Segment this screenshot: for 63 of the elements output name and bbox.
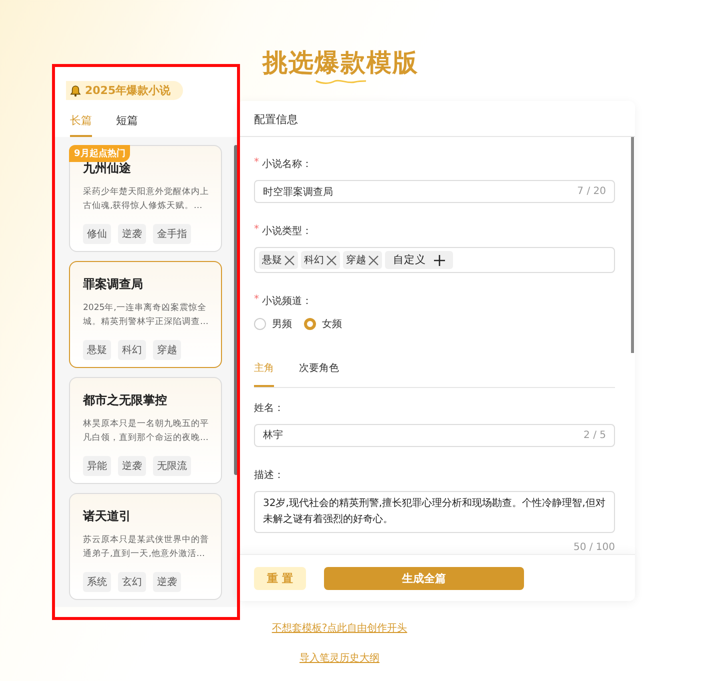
- field-label: 小说频道：: [262, 294, 312, 308]
- custom-genre-button[interactable]: 自定义: [385, 251, 453, 269]
- char-counter: 50 / 100: [573, 542, 615, 554]
- panel-title: 配置信息: [237, 101, 635, 137]
- scrollbar-thumb[interactable]: [234, 145, 238, 475]
- template-card[interactable]: 9月起点热门 九州仙途 采药少年楚天阳意外觉醒体内上古仙魂,获得惊人修炼天赋。… 修仙 逆袭 金手指: [69, 144, 222, 252]
- card-title: 诸天道引: [83, 508, 132, 524]
- role-tab[interactable]: 次要角色: [299, 356, 339, 387]
- chip-label: 科幻: [304, 254, 324, 267]
- genre-tag: 无限流: [153, 456, 191, 476]
- template-card[interactable]: 都市之无限掌控 林昊原本只是一名朝九晚五的平凡白领，直到那个命运的夜晚… 异能 逆袭 无限流: [69, 376, 222, 484]
- genre-tag: 修仙: [83, 224, 111, 244]
- bell-icon: [70, 84, 81, 96]
- radio-icon[interactable]: [254, 318, 266, 330]
- page-title: 挑选爆款模版: [262, 47, 418, 79]
- chip-label: 悬疑: [262, 254, 282, 267]
- genre-tag: 逆袭: [118, 456, 146, 476]
- close-icon[interactable]: [368, 254, 379, 266]
- genre-tag: 科幻: [118, 340, 146, 360]
- heading-text: 2025年爆款小说: [85, 83, 171, 98]
- field-value: 林宇: [263, 428, 283, 442]
- card-summary: 2025年,一连串离奇凶案震惊全城。精英刑警林宇正深陷调查…: [83, 302, 209, 328]
- genre-tag: 逆袭: [118, 224, 146, 244]
- genre-tag: 系统: [83, 572, 111, 592]
- card-summary: 采药少年楚天阳意外觉醒体内上古仙魂,获得惊人修炼天赋。…: [83, 186, 209, 212]
- genre-tag: 异能: [83, 456, 111, 476]
- channel-radio[interactable]: 男频: [254, 316, 292, 331]
- genre-tag: 金手指: [153, 224, 191, 244]
- char-counter: 7 / 20: [577, 186, 606, 198]
- template-card[interactable]: 罪案调查局 2025年,一连串离奇凶案震惊全城。精英刑警林宇正深陷调查… 悬疑 科幻 穿越: [69, 260, 222, 368]
- squiggle-underline-icon: [314, 78, 366, 85]
- required-mark: *: [254, 224, 259, 238]
- card-summary: 苏云原本只是某武侠世界中的普通弟子,直到一天,他意外激活…: [83, 534, 209, 560]
- card-summary: 林昊原本只是一名朝九晚五的平凡白领，直到那个命运的夜晚…: [83, 418, 209, 444]
- field-label: 小说类型：: [262, 224, 312, 238]
- field-label: 描述：: [254, 468, 284, 482]
- close-icon[interactable]: [326, 254, 337, 266]
- genre-tag: 逆袭: [153, 572, 181, 592]
- field-value: 时空罪案调查局: [263, 186, 333, 199]
- required-mark: *: [254, 294, 259, 307]
- card-title: 九州仙途: [83, 160, 132, 176]
- card-title: 罪案调查局: [83, 276, 144, 292]
- char-counter: 2 / 5: [584, 430, 606, 441]
- template-card[interactable]: 诸天道引 苏云原本只是某武侠世界中的普通弟子,直到一天,他意外激活… 系统 玄幻 逆袭: [69, 492, 222, 600]
- genre-tag: 玄幻: [118, 572, 146, 592]
- radio-icon[interactable]: [304, 318, 316, 330]
- required-mark: *: [254, 157, 259, 170]
- genre-tag: 悬疑: [83, 340, 111, 360]
- genre-tag: 穿越: [153, 340, 181, 360]
- field-label: 小说名称：: [262, 158, 312, 171]
- close-icon[interactable]: [284, 254, 295, 266]
- character-name-field[interactable]: 林宇 2 / 5: [254, 424, 615, 448]
- chip-label: 穿越: [346, 254, 366, 267]
- scrollbar-thumb[interactable]: [631, 137, 634, 353]
- description-field[interactable]: 32岁,现代社会的精英刑警,擅长犯罪心理分析和现场勘查。个性冷静理智,但对未解之谜有着强烈的好奇心。: [254, 491, 615, 534]
- plus-icon: [434, 254, 445, 266]
- channel-radio[interactable]: 女频: [304, 316, 342, 331]
- hot-badge: 9月起点热门: [69, 144, 130, 162]
- field-label: 姓名：: [254, 402, 284, 415]
- novel-name-field[interactable]: 时空罪案调查局 7 / 20: [254, 180, 615, 204]
- sidebar-tab[interactable]: 短篇: [116, 108, 138, 136]
- genre-field[interactable]: 悬疑 科幻 穿越 自定义: [254, 247, 615, 273]
- card-title: 都市之无限掌控: [83, 392, 168, 408]
